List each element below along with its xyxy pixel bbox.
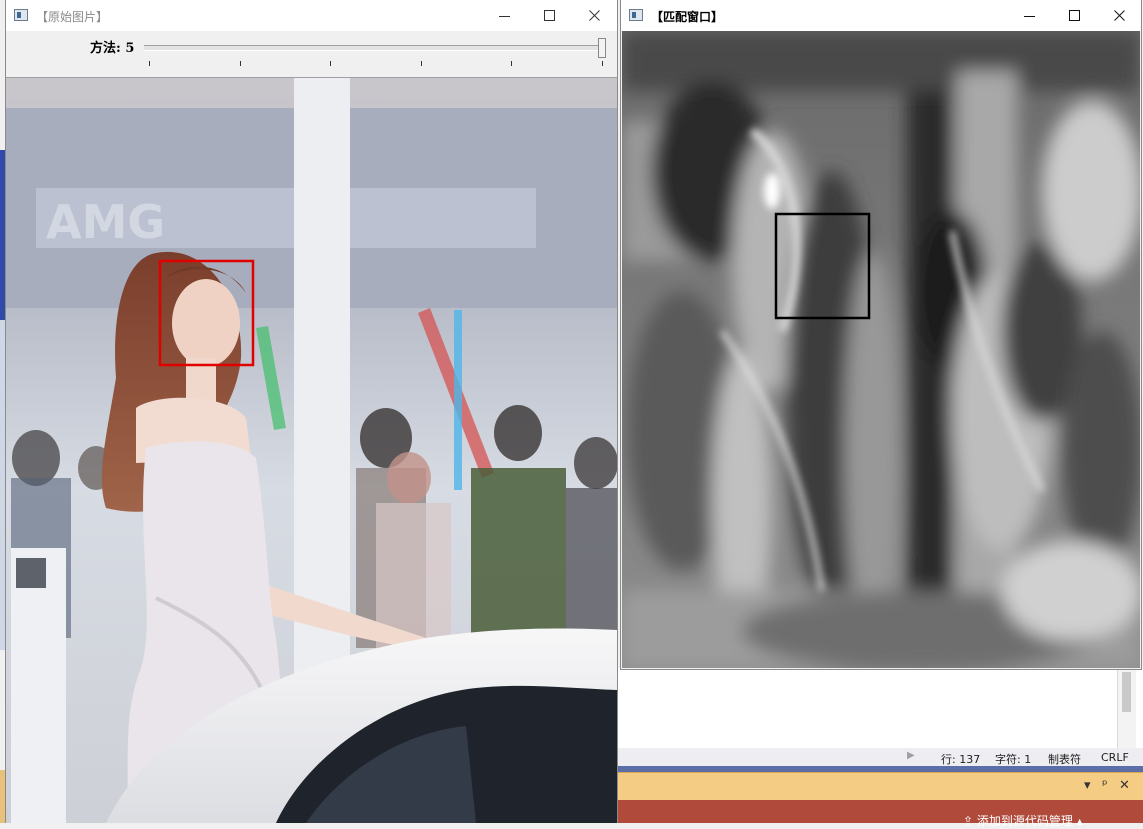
add-to-source-control-button[interactable]: ⇪ 添加到源代码管理 ▴ <box>963 812 1083 829</box>
trackbar-track[interactable] <box>144 45 604 51</box>
match-result-image <box>622 31 1140 668</box>
minimize-button[interactable] <box>481 0 527 31</box>
trackbar-tick <box>330 61 331 66</box>
app-icon <box>14 9 28 21</box>
panel-dropdown-icon[interactable]: ▾ <box>1084 778 1091 793</box>
close-icon <box>1114 10 1125 21</box>
panel-pin-icon[interactable]: ᵖ <box>1102 778 1108 793</box>
minimize-button[interactable] <box>1006 0 1052 31</box>
title-bar[interactable]: 【原始图片】 <box>6 0 617 31</box>
trackbar-tick <box>511 61 512 66</box>
maximize-button[interactable] <box>1051 0 1097 31</box>
window-title: 【原始图片】 <box>36 10 109 24</box>
status-eol[interactable]: CRLF <box>1101 751 1129 764</box>
ide-tool-panel: ▾ ᵖ ✕ <box>617 772 1143 801</box>
ide-editor-area[interactable] <box>617 668 1143 748</box>
close-button[interactable] <box>1096 0 1142 31</box>
maximize-icon <box>1069 10 1080 21</box>
trackbar-tick <box>240 61 241 66</box>
method-trackbar: 方法: 5 <box>6 31 617 78</box>
original-image: AMG <box>6 78 617 823</box>
trackbar-tick <box>149 61 150 66</box>
minimize-icon <box>499 16 510 17</box>
trackbar-thumb[interactable] <box>598 38 606 58</box>
ide-status-bar: ▶ 行: 137 字符: 1 制表符 CRLF <box>617 748 1143 766</box>
status-char[interactable]: 字符: 1 <box>995 751 1031 767</box>
app-icon <box>629 9 643 21</box>
match-window: 【匹配窗口】 <box>620 0 1142 670</box>
maximize-button[interactable] <box>526 0 572 31</box>
ide-bottom-bar: ⇪ 添加到源代码管理 ▴ <box>617 800 1143 828</box>
ide-vertical-scrollbar[interactable] <box>1117 668 1136 748</box>
window-title: 【匹配窗口】 <box>651 10 724 24</box>
svg-text:AMG: AMG <box>46 195 165 249</box>
status-indent[interactable]: 制表符 <box>1048 751 1081 767</box>
title-bar[interactable]: 【匹配窗口】 <box>621 0 1141 31</box>
close-button[interactable] <box>571 0 617 31</box>
minimize-icon <box>1024 16 1035 17</box>
status-line[interactable]: 行: 137 <box>941 751 980 767</box>
trackbar-tick <box>421 61 422 66</box>
maximize-icon <box>544 10 555 21</box>
trackbar-label: 方法: 5 <box>90 41 135 56</box>
close-icon <box>589 10 600 21</box>
scroll-right-icon[interactable]: ▶ <box>907 750 915 761</box>
panel-close-icon[interactable]: ✕ <box>1119 778 1130 793</box>
trackbar-tick <box>602 61 603 66</box>
scrollbar-thumb[interactable] <box>1122 672 1131 712</box>
original-image-window: 【原始图片】 方法: 5 AMG <box>5 0 618 823</box>
